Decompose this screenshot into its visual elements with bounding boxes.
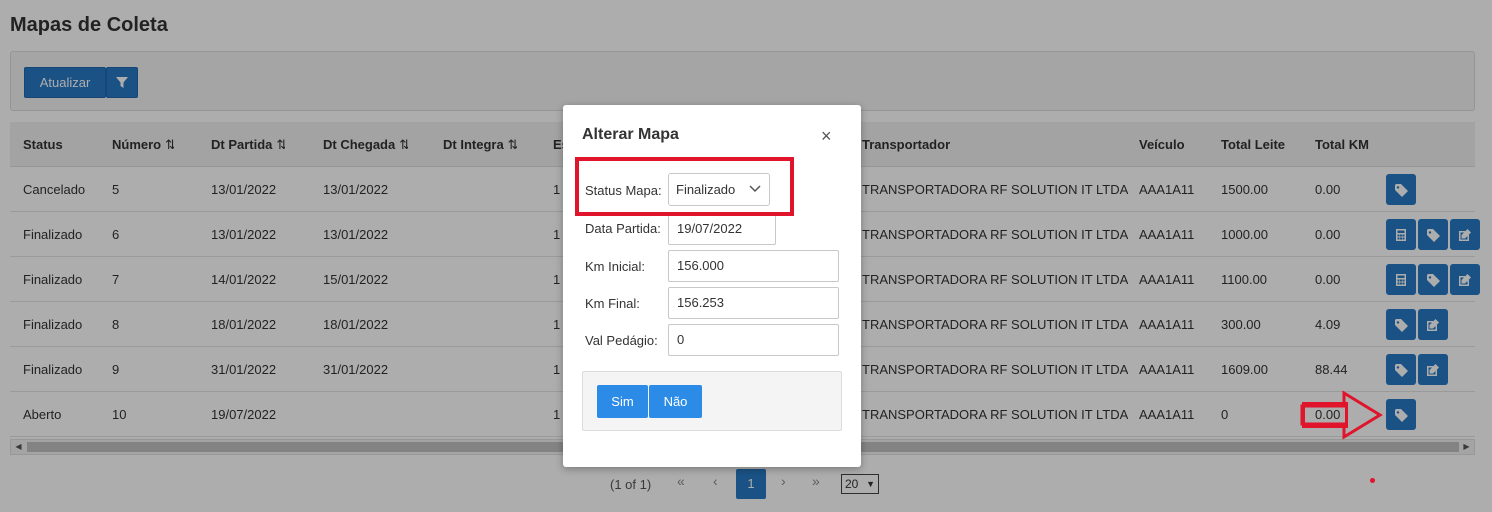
annotation-arrow-icon	[1300, 390, 1383, 440]
data-partida-input[interactable]: 19/07/2022	[668, 213, 776, 245]
dialog-title: Alterar Mapa	[582, 126, 679, 143]
data-partida-label: Data Partida:	[585, 221, 661, 236]
km-inicial-label: Km Inicial:	[585, 259, 645, 274]
nao-button[interactable]: Não	[649, 385, 702, 418]
val-pedagio-label: Val Pedágio:	[585, 333, 658, 348]
km-final-input[interactable]: 156.253	[668, 287, 839, 319]
km-final-label: Km Final:	[585, 296, 640, 311]
close-icon[interactable]: ×	[821, 126, 832, 147]
km-inicial-input[interactable]: 156.000	[668, 250, 839, 282]
sim-button[interactable]: Sim	[597, 385, 648, 418]
dialog-footer: Sim Não	[582, 371, 842, 431]
val-pedagio-input[interactable]: 0	[668, 324, 839, 356]
annotation-dot	[1370, 478, 1375, 483]
annotation-box-status	[575, 157, 794, 216]
